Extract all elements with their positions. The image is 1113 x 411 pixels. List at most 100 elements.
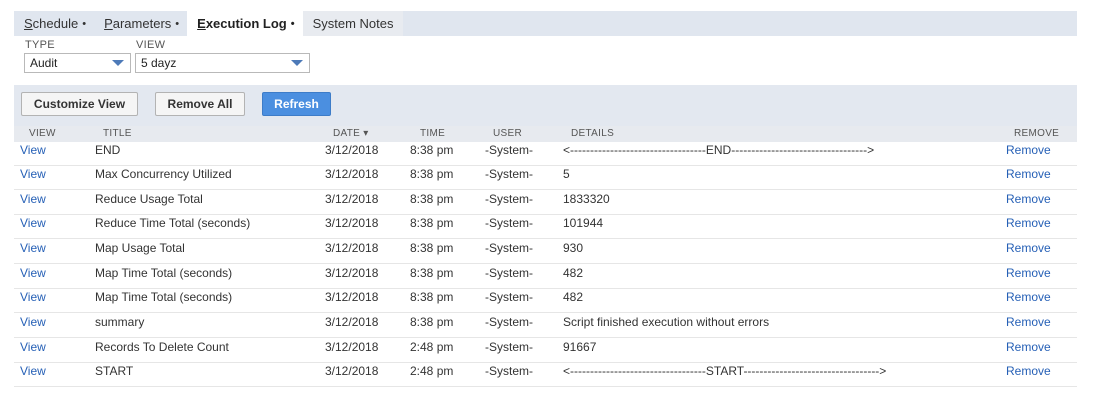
row-title: Max Concurrency Utilized xyxy=(95,167,232,181)
remove-link[interactable]: Remove xyxy=(1006,216,1051,230)
row-title: summary xyxy=(95,315,145,329)
tab-label-rest: arameters xyxy=(112,16,172,31)
view-select[interactable]: 5 dayz xyxy=(135,53,310,73)
view-link[interactable]: View xyxy=(20,192,46,206)
row-date: 3/12/2018 xyxy=(325,143,379,157)
row-user: -System- xyxy=(485,192,533,206)
tab-dot: • xyxy=(290,17,295,30)
row-user: -System- xyxy=(485,315,533,329)
column-header-date[interactable]: DATE ▾ xyxy=(333,128,369,139)
row-details: 1833320 xyxy=(563,192,610,206)
row-time: 8:38 pm xyxy=(410,241,454,255)
view-link[interactable]: View xyxy=(20,364,46,378)
row-time: 8:38 pm xyxy=(410,290,454,304)
row-user: -System- xyxy=(485,143,533,157)
remove-link[interactable]: Remove xyxy=(1006,315,1051,329)
table-row: View Map Time Total (seconds) 3/12/2018 … xyxy=(14,265,1077,289)
tab-dot: • xyxy=(175,17,180,30)
row-title: END xyxy=(95,143,121,157)
view-link[interactable]: View xyxy=(20,266,46,280)
table-row: View Records To Delete Count 3/12/2018 2… xyxy=(14,339,1077,363)
tab-mnemonic: E xyxy=(197,16,206,31)
row-title: Reduce Time Total (seconds) xyxy=(95,216,251,230)
row-date: 3/12/2018 xyxy=(325,241,379,255)
chevron-down-icon xyxy=(291,60,303,66)
row-details: 482 xyxy=(563,266,584,280)
row-details: 101944 xyxy=(563,216,604,230)
row-time: 2:48 pm xyxy=(410,364,454,378)
row-time: 8:38 pm xyxy=(410,167,454,181)
row-time: 8:38 pm xyxy=(410,143,454,157)
view-link[interactable]: View xyxy=(20,241,46,255)
row-user: -System- xyxy=(485,216,533,230)
row-details: 91667 xyxy=(563,340,597,354)
remove-link[interactable]: Remove xyxy=(1006,241,1051,255)
tab-execution-log[interactable]: Execution Log • xyxy=(187,11,303,36)
table-row: View END 3/12/2018 8:38 pm -System- <---… xyxy=(14,142,1077,166)
row-date: 3/12/2018 xyxy=(325,266,379,280)
button-bar: Customize View Remove All Refresh xyxy=(14,85,1077,126)
row-user: -System- xyxy=(485,266,533,280)
row-details: 930 xyxy=(563,241,584,255)
column-header-user[interactable]: USER xyxy=(493,128,522,139)
table-row: View Max Concurrency Utilized 3/12/2018 … xyxy=(14,166,1077,190)
remove-link[interactable]: Remove xyxy=(1006,364,1051,378)
row-title: START xyxy=(95,364,134,378)
row-date: 3/12/2018 xyxy=(325,340,379,354)
remove-link[interactable]: Remove xyxy=(1006,192,1051,206)
tab-label-rest: xecution Log xyxy=(205,16,287,31)
row-time: 8:38 pm xyxy=(410,266,454,280)
row-user: -System- xyxy=(485,241,533,255)
table-row: View START 3/12/2018 2:48 pm -System- <-… xyxy=(14,363,1077,387)
chevron-down-icon xyxy=(112,60,124,66)
tab-parameters[interactable]: Parameters • xyxy=(94,11,187,36)
view-link[interactable]: View xyxy=(20,167,46,181)
remove-all-button[interactable]: Remove All xyxy=(155,92,245,116)
view-link[interactable]: View xyxy=(20,143,46,157)
row-time: 8:38 pm xyxy=(410,315,454,329)
refresh-button[interactable]: Refresh xyxy=(262,92,331,116)
column-header-view: VIEW xyxy=(29,128,56,139)
row-title: Records To Delete Count xyxy=(95,340,229,354)
column-header-time[interactable]: TIME xyxy=(420,128,445,139)
remove-link[interactable]: Remove xyxy=(1006,266,1051,280)
row-time: 2:48 pm xyxy=(410,340,454,354)
row-details: <----------------------------------START… xyxy=(563,364,887,378)
remove-link[interactable]: Remove xyxy=(1006,167,1051,181)
row-title: Map Usage Total xyxy=(95,241,185,255)
row-user: -System- xyxy=(485,364,533,378)
execution-log-panel: Schedule • Parameters • Execution Log • Sys… xyxy=(14,11,1077,391)
type-select[interactable]: Audit xyxy=(24,53,131,73)
type-filter-label: TYPE xyxy=(25,39,55,51)
remove-link[interactable]: Remove xyxy=(1006,290,1051,304)
tab-schedule[interactable]: Schedule • xyxy=(14,11,94,36)
row-user: -System- xyxy=(485,167,533,181)
tab-dot: • xyxy=(82,17,87,30)
remove-link[interactable]: Remove xyxy=(1006,143,1051,157)
type-select-value: Audit xyxy=(30,56,58,70)
tab-system-notes[interactable]: System Notes xyxy=(302,11,404,36)
column-header-title[interactable]: TITLE xyxy=(103,128,132,139)
row-title: Map Time Total (seconds) xyxy=(95,290,233,304)
customize-view-button[interactable]: Customize View xyxy=(21,92,138,116)
table-header: VIEW TITLE DATE ▾ TIME USER DETAILS REMO… xyxy=(14,126,1077,142)
row-date: 3/12/2018 xyxy=(325,216,379,230)
remove-link[interactable]: Remove xyxy=(1006,340,1051,354)
row-user: -System- xyxy=(485,340,533,354)
table-row: View Reduce Time Total (seconds) 3/12/20… xyxy=(14,215,1077,239)
row-date: 3/12/2018 xyxy=(325,290,379,304)
column-header-details[interactable]: DETAILS xyxy=(571,128,614,139)
row-time: 8:38 pm xyxy=(410,192,454,206)
row-title: Map Time Total (seconds) xyxy=(95,266,233,280)
view-link[interactable]: View xyxy=(20,340,46,354)
column-header-remove: REMOVE xyxy=(1014,128,1060,139)
view-filter-label: VIEW xyxy=(136,39,166,51)
row-details: 482 xyxy=(563,290,584,304)
view-link[interactable]: View xyxy=(20,290,46,304)
row-user: -System- xyxy=(485,290,533,304)
tab-label-rest: chedule xyxy=(32,16,79,31)
table-row: View Reduce Usage Total 3/12/2018 8:38 p… xyxy=(14,191,1077,215)
subtab-bar: Schedule • Parameters • Execution Log • Sys… xyxy=(14,11,1077,36)
view-link[interactable]: View xyxy=(20,315,46,329)
view-link[interactable]: View xyxy=(20,216,46,230)
